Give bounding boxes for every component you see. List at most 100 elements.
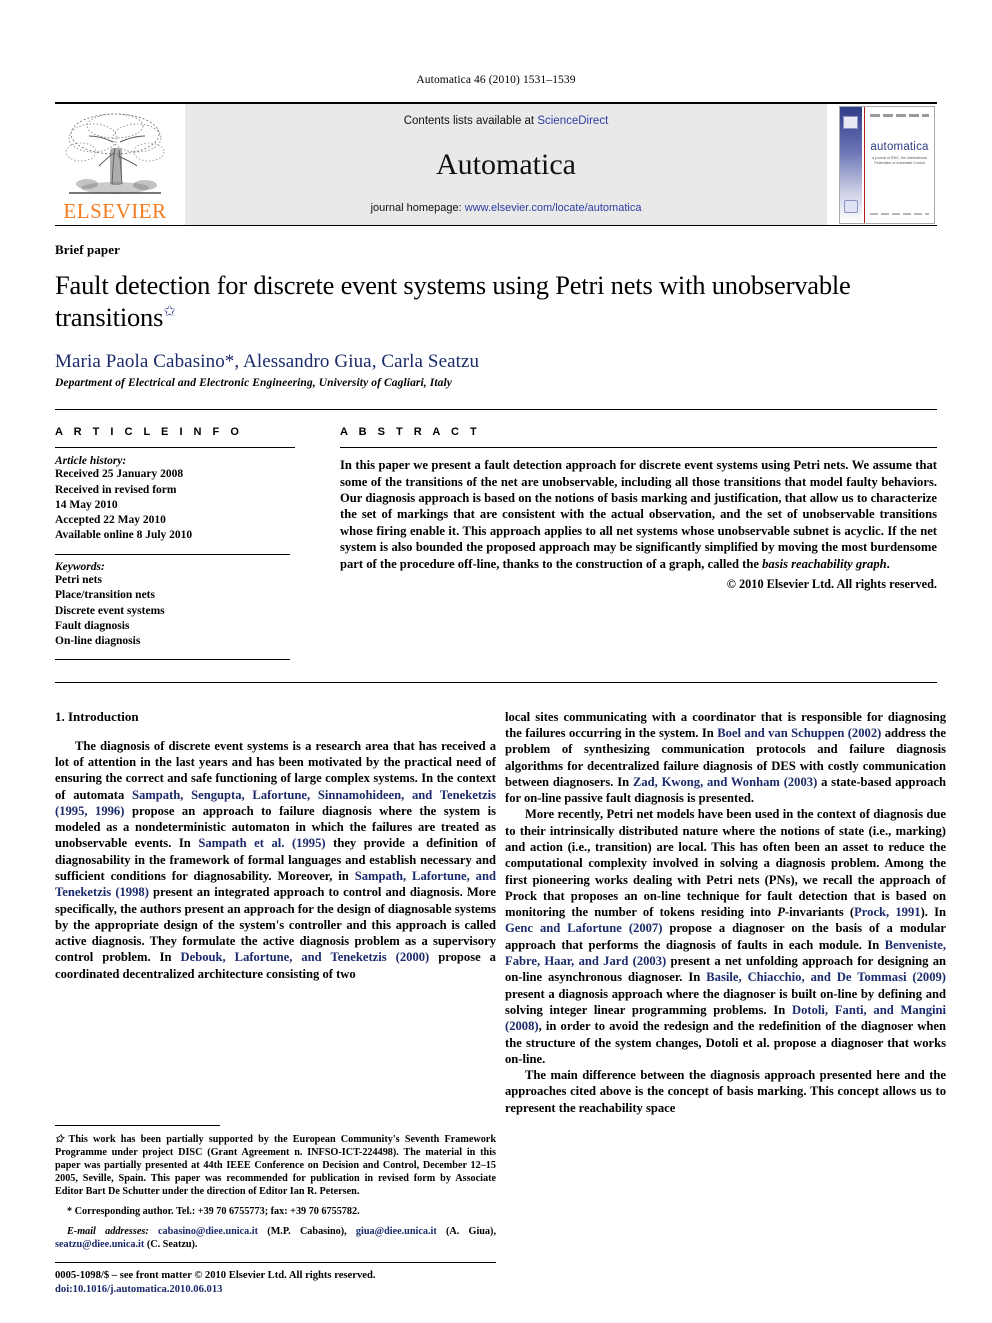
email-owner: (C. Seatzu). xyxy=(144,1238,198,1250)
keyword-item: On-line diagnosis xyxy=(55,635,141,648)
email-owner: (M.P. Cabasino), xyxy=(258,1225,356,1237)
italic-term: P xyxy=(777,905,785,920)
imprint-block: 0005-1098/$ – see front matter © 2010 El… xyxy=(55,1252,496,1297)
article-info-heading: A R T I C L E I N F O xyxy=(55,426,243,439)
email-label: E-mail addresses: xyxy=(67,1225,149,1237)
imprint-rule xyxy=(55,1262,496,1264)
title-divider xyxy=(55,225,937,226)
cover-top-text-bar xyxy=(870,114,929,117)
body-columns: 1. Introduction The diagnosis of discret… xyxy=(55,709,946,1116)
cover-image: automatica a journal of IFAC, the Intern… xyxy=(839,106,935,224)
paragraph: The main difference between the diagnosi… xyxy=(505,1067,946,1116)
footnote-star-marker: ✩ xyxy=(55,1133,64,1145)
banner-center: Contents lists available at ScienceDirec… xyxy=(185,104,827,225)
text-run: More recently, Petri net models have bee… xyxy=(505,807,946,920)
cover-publisher-badge-icon xyxy=(843,116,858,129)
corresponding-marker: * xyxy=(67,1205,73,1217)
imprint-text: 0005-1098/$ – see front matter © 2010 El… xyxy=(55,1269,496,1297)
history-line: Accepted 22 May 2010 xyxy=(55,513,166,526)
journal-cover-thumbnail: automatica a journal of IFAC, the Intern… xyxy=(837,104,937,225)
keywords-bottom-rule xyxy=(55,658,290,660)
cover-red-rule xyxy=(864,107,866,223)
abstract-block: A B S T R A C T In this paper we present… xyxy=(340,426,937,659)
article-history-label: Article history: xyxy=(55,455,127,468)
elsevier-wordmark: ELSEVIER xyxy=(63,199,167,223)
journal-title: Automatica xyxy=(436,147,576,181)
email-owner: (A. Giua), xyxy=(436,1225,496,1237)
citation-link[interactable]: Prock, 1991 xyxy=(854,905,920,919)
citation-link[interactable]: Zad, Kwong, and Wonham (2003) xyxy=(633,775,817,789)
author-list[interactable]: Maria Paola Cabasino*, Alessandro Giua, … xyxy=(55,351,937,373)
sciencedirect-link[interactable]: ScienceDirect xyxy=(537,115,608,127)
paragraph: More recently, Petri net models have bee… xyxy=(505,806,946,1067)
info-abstract-row: A R T I C L E I N F O Article history: R… xyxy=(55,426,937,660)
cover-bottom-text-bar xyxy=(870,212,929,215)
keyword-item: Fault diagnosis xyxy=(55,620,130,633)
keywords-label: Keywords: xyxy=(55,561,105,574)
citation-link[interactable]: Sampath et al. (1995) xyxy=(198,836,325,850)
contents-lists-line: Contents lists available at ScienceDirec… xyxy=(404,115,609,127)
email-link[interactable]: seatzu@diee.unica.it xyxy=(55,1239,144,1250)
history-line: Received in revised form xyxy=(55,483,177,496)
cover-journal-subtitle: a journal of IFAC, the International Fed… xyxy=(872,156,927,166)
keyword-item: Petri nets xyxy=(55,574,102,587)
footnote-funding: ✩ This work has been partially supported… xyxy=(55,1133,496,1198)
paragraph: local sites communicating with a coordin… xyxy=(505,709,946,807)
paper-page: Automatica 46 (2010) 1531–1539 ELSEVIER … xyxy=(0,0,992,1323)
paragraph: The diagnosis of discrete event systems … xyxy=(55,738,496,982)
cover-journal-title: automatica xyxy=(870,141,929,153)
citation-link[interactable]: Boel and van Schuppen (2002) xyxy=(717,726,881,740)
journal-homepage-line: journal homepage: www.elsevier.com/locat… xyxy=(371,202,642,214)
issn-line: 0005-1098/$ – see front matter © 2010 El… xyxy=(55,1270,376,1282)
paper-title-text: Fault detection for discrete event syste… xyxy=(55,270,851,332)
footnote-rule xyxy=(55,1124,220,1126)
keyword-item: Place/transition nets xyxy=(55,589,155,602)
homepage-prefix: journal homepage: xyxy=(370,202,465,214)
footnote-block: ✩ This work has been partially supported… xyxy=(55,1111,496,1251)
abstract-rule xyxy=(340,447,937,449)
citation-link[interactable]: Genc and Lafortune (2007) xyxy=(505,921,662,935)
abstract-part-1: In this paper we present a fault detecti… xyxy=(340,458,937,571)
article-info-rule xyxy=(55,447,295,449)
publisher-logo: ELSEVIER xyxy=(55,104,175,225)
text-run: The main difference between the diagnosi… xyxy=(505,1068,946,1115)
section-heading-introduction: 1. Introduction xyxy=(55,708,139,724)
article-info-block: A R T I C L E I N F O Article history: R… xyxy=(55,426,295,660)
text-run: , in order to avoid the redesign and the… xyxy=(505,1019,946,1066)
citation-link[interactable]: Debouk, Lafortune, and Teneketzis (2000) xyxy=(181,950,430,964)
keywords-top-rule xyxy=(55,554,290,556)
affiliation: Department of Electrical and Electronic … xyxy=(55,377,452,390)
email-link[interactable]: giua@diee.unica.it xyxy=(356,1226,437,1237)
email-link[interactable]: cabasino@diee.unica.it xyxy=(158,1226,258,1237)
running-head: Automatica 46 (2010) 1531–1539 xyxy=(416,74,576,86)
abstract-italic-term: basis reachability graph xyxy=(762,556,887,571)
abstract-heading: A B S T R A C T xyxy=(340,426,481,439)
contents-prefix: Contents lists available at xyxy=(403,115,538,127)
history-line: 14 May 2010 xyxy=(55,498,118,511)
keyword-item: Discrete event systems xyxy=(55,604,165,617)
history-line: Received 25 January 2008 xyxy=(55,468,184,481)
history-line: Available online 8 July 2010 xyxy=(55,529,193,542)
cover-ifac-badge-icon xyxy=(844,200,858,213)
article-type-label: Brief paper xyxy=(55,242,121,257)
column-left: 1. Introduction The diagnosis of discret… xyxy=(55,709,496,1116)
footnote-funding-text: This work has been partially supported b… xyxy=(55,1133,496,1197)
footnote-corresponding: * Corresponding author. Tel.: +39 70 675… xyxy=(55,1205,496,1218)
info-divider xyxy=(55,409,937,411)
elsevier-tree-icon xyxy=(63,108,167,200)
doi-link[interactable]: doi:10.1016/j.automatica.2010.06.013 xyxy=(55,1283,496,1297)
text-run: ). In xyxy=(920,905,946,920)
body-divider xyxy=(55,681,937,683)
abstract-copyright: © 2010 Elsevier Ltd. All rights reserved… xyxy=(726,576,937,591)
journal-homepage-link[interactable]: www.elsevier.com/locate/automatica xyxy=(465,202,642,214)
abstract-text: In this paper we present a fault detecti… xyxy=(340,457,937,572)
column-right: local sites communicating with a coordin… xyxy=(505,709,946,1116)
journal-banner: ELSEVIER Contents lists available at Sci… xyxy=(55,102,937,225)
footnote-emails: E-mail addresses: cabasino@diee.unica.it… xyxy=(55,1225,496,1251)
abstract-part-2: . xyxy=(886,556,890,571)
citation-link[interactable]: Basile, Chiacchio, and De Tommasi (2009) xyxy=(706,970,946,984)
text-run: -invariants ( xyxy=(784,905,855,920)
page-title: Fault detection for discrete event syste… xyxy=(55,270,937,334)
corresponding-text: Corresponding author. Tel.: +39 70 67557… xyxy=(74,1205,360,1217)
title-footnote-marker[interactable]: ✩ xyxy=(163,304,176,320)
